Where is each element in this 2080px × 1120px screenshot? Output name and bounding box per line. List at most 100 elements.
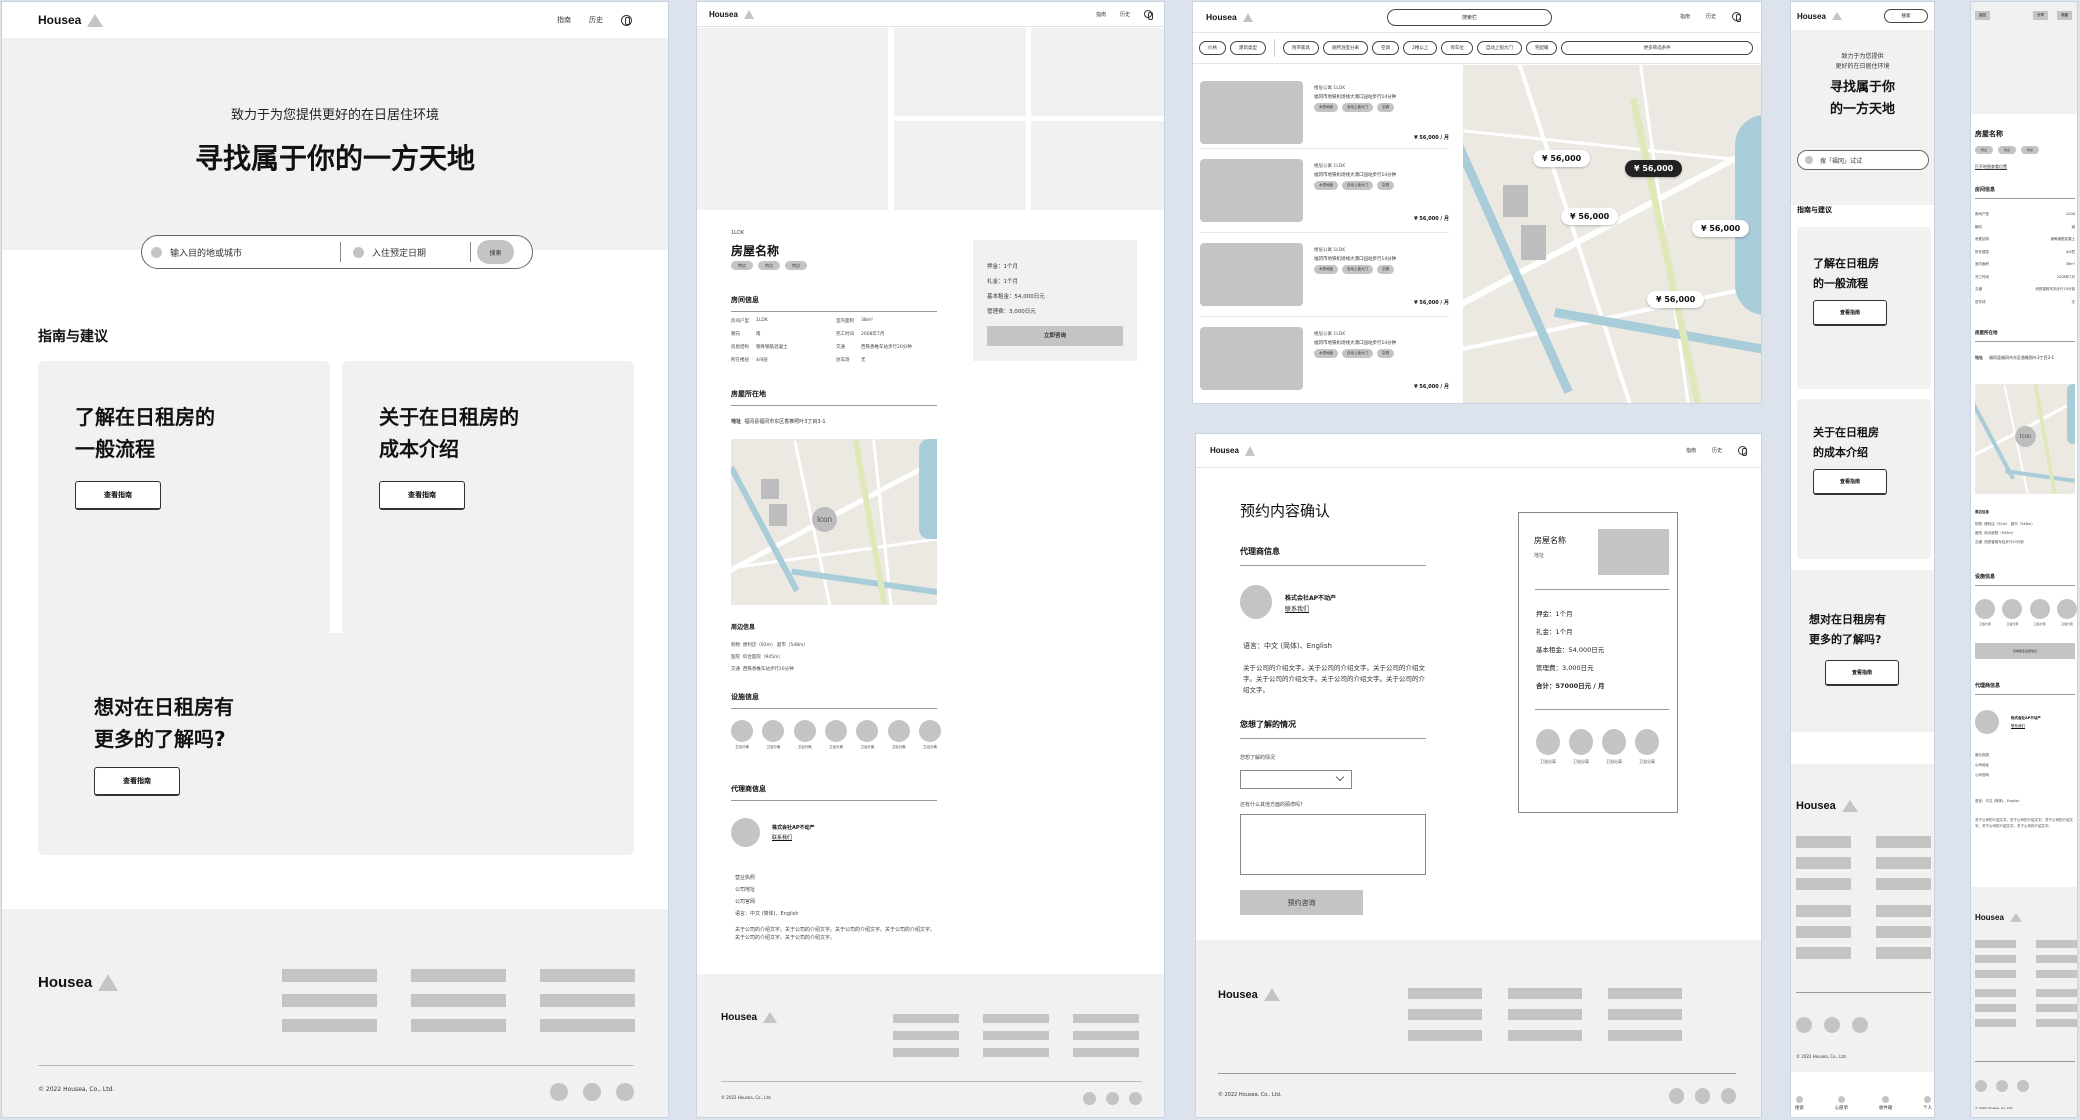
listing-card[interactable]: 楼层公寓 1LDK 福冈市地铁机场线大濠口园站步行14分钟 木质地板 自动上锁大… (1199, 65, 1449, 149)
thumb-photo[interactable] (1031, 121, 1164, 210)
agent-link[interactable]: 营业执照 (1975, 750, 1989, 760)
filter-chip[interactable]: 自动上锁大门 (1476, 41, 1522, 55)
open-map-link[interactable]: 打开地图查看位置 (1975, 164, 2007, 170)
social-icon[interactable] (1996, 1080, 2008, 1092)
view-guide-button[interactable]: 查看指南 (379, 481, 465, 510)
nav-guide[interactable]: 指南 (1686, 447, 1696, 454)
footer-link[interactable] (1975, 955, 2016, 963)
footer-logo[interactable]: Housea (1218, 988, 1280, 1001)
footer-link[interactable] (1876, 857, 1931, 869)
agent-link[interactable]: 公司地址 (1975, 760, 1989, 770)
back-button[interactable]: 返回 (1975, 11, 1990, 20)
footer-link[interactable] (540, 969, 635, 982)
footer-link[interactable] (1073, 1031, 1139, 1040)
location-marker-icon[interactable]: Icon (2015, 426, 2036, 447)
footer-link[interactable] (540, 994, 635, 1007)
agent-link[interactable]: 公司地址 (735, 884, 755, 896)
footer-logo[interactable]: Housea (38, 974, 119, 991)
footer-link[interactable] (1073, 1048, 1139, 1057)
search-input[interactable]: 搜「福冈」试试 (1797, 150, 1929, 170)
logo[interactable]: Housea (709, 9, 754, 19)
social-icon[interactable] (1106, 1092, 1119, 1105)
footer-link[interactable] (282, 969, 377, 982)
contact-link[interactable]: 联系我们 (2011, 724, 2025, 729)
footer-link[interactable] (1876, 836, 1931, 848)
footer-link[interactable] (1073, 1014, 1139, 1023)
user-icon[interactable] (1144, 10, 1153, 20)
contact-link[interactable]: 联系我们 (1285, 604, 1309, 613)
footer-link[interactable] (1796, 926, 1851, 938)
filter-chip[interactable]: 宅配箱 (1525, 41, 1558, 55)
view-guide-button[interactable]: 查看指南 (1825, 660, 1899, 686)
footer-link[interactable] (1508, 1009, 1582, 1020)
inquiry-select[interactable] (1240, 770, 1352, 789)
footer-link[interactable] (1796, 878, 1851, 890)
tab-profile[interactable]: 个人 (1923, 1092, 1932, 1117)
social-icon[interactable] (1975, 1080, 1987, 1092)
logo[interactable]: Housea (38, 13, 104, 27)
nav-history[interactable]: 历史 (1706, 13, 1716, 20)
location-map[interactable]: Icon (731, 439, 937, 605)
footer-link[interactable] (983, 1031, 1049, 1040)
map-price-pin[interactable]: ¥ 56,000 (1533, 150, 1591, 167)
footer-link[interactable] (2036, 955, 2077, 963)
footer-link[interactable] (1876, 905, 1931, 917)
favorite-button[interactable]: 收藏 (2057, 11, 2072, 20)
footer-link[interactable] (1408, 1030, 1482, 1041)
filter-chip[interactable]: 2楼以上 (1403, 41, 1438, 55)
map-price-pin[interactable]: ¥ 56,000 (1561, 208, 1619, 225)
footer-link[interactable] (2036, 1019, 2077, 1027)
footer-link[interactable] (2036, 989, 2077, 997)
search-button[interactable]: 搜索 (477, 240, 514, 264)
footer-link[interactable] (1796, 947, 1851, 959)
footer-link[interactable] (1796, 836, 1851, 848)
social-icon[interactable] (550, 1083, 568, 1101)
social-icon[interactable] (1083, 1092, 1096, 1105)
concerns-textarea[interactable] (1240, 814, 1426, 875)
footer-link[interactable] (2036, 970, 2077, 978)
nav-history[interactable]: 历史 (1120, 11, 1130, 18)
submit-inquiry-button[interactable]: 预约咨询 (1240, 890, 1363, 915)
footer-link[interactable] (1408, 1009, 1482, 1020)
thumb-photo[interactable] (1031, 28, 1164, 116)
footer-link[interactable] (1608, 988, 1682, 999)
footer-link[interactable] (1975, 940, 2016, 948)
view-guide-button[interactable]: 查看指南 (1813, 469, 1887, 495)
footer-link[interactable] (893, 1048, 959, 1057)
social-icon[interactable] (616, 1083, 634, 1101)
footer-link[interactable] (1796, 857, 1851, 869)
nav-guide[interactable]: 指南 (557, 15, 571, 25)
footer-link[interactable] (1975, 1004, 2016, 1012)
user-icon[interactable] (1732, 12, 1741, 22)
agent-link[interactable]: 公司官网 (1975, 770, 1989, 780)
social-icon[interactable] (1669, 1088, 1684, 1104)
filter-chip[interactable]: 空调 (1372, 41, 1399, 55)
view-guide-button[interactable]: 查看指南 (94, 767, 180, 796)
nav-history[interactable]: 历史 (589, 15, 603, 25)
filter-chip[interactable]: 厕所浴室分离 (1323, 41, 1368, 55)
filter-chip[interactable]: 附带家具 (1283, 41, 1319, 55)
footer-link[interactable] (1876, 878, 1931, 890)
footer-link[interactable] (2036, 1004, 2077, 1012)
map-price-pin[interactable]: ¥ 56,000 (1647, 291, 1705, 308)
footer-link[interactable] (1796, 905, 1851, 917)
share-button[interactable]: 分享 (2033, 11, 2048, 20)
tab-inbox[interactable]: 收件箱 (1879, 1092, 1892, 1117)
results-map[interactable]: ¥ 56,000 ¥ 56,000 ¥ 56,000 ¥ 56,000 ¥ 56… (1463, 65, 1761, 403)
social-icon[interactable] (1796, 1017, 1812, 1033)
tab-wishlist[interactable]: 心愿单 (1835, 1092, 1848, 1117)
footer-logo[interactable]: Housea (721, 1012, 778, 1023)
footer-link[interactable] (411, 969, 506, 982)
agent-link[interactable]: 公司官网 (735, 896, 755, 908)
listing-card[interactable]: 楼层公寓 1LDK 福冈市地铁机场线大濠口园站步行14分钟 木质地板 自动上锁大… (1199, 149, 1449, 233)
nav-guide[interactable]: 指南 (1680, 13, 1690, 20)
search-button[interactable]: 搜索 (1884, 9, 1928, 23)
filter-chip[interactable]: 停车位 (1441, 41, 1473, 55)
footer-link[interactable] (983, 1014, 1049, 1023)
social-icon[interactable] (583, 1083, 601, 1101)
logo[interactable]: Housea (1206, 12, 1253, 22)
footer-link[interactable] (282, 1019, 377, 1032)
social-icon[interactable] (1721, 1088, 1736, 1104)
footer-link[interactable] (1876, 926, 1931, 938)
tab-search[interactable]: 搜索 (1795, 1092, 1804, 1117)
